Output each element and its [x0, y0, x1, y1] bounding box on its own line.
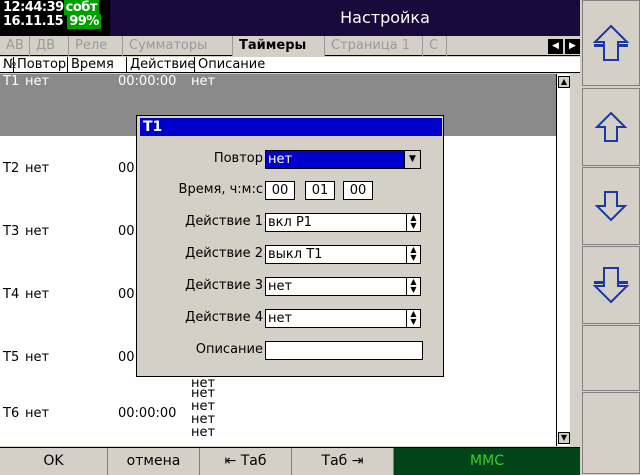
tab-summators[interactable]: Сумматоры [123, 36, 233, 56]
action4-label: Действие 4 [185, 310, 263, 325]
repeat-label: Повтор [213, 151, 263, 166]
action3-field[interactable]: нет ▲ ▼ [265, 277, 421, 296]
row-num: T3 [3, 224, 20, 239]
mmc-indicator: MMC [394, 448, 580, 475]
spinner-icon[interactable]: ▲ ▼ [406, 246, 420, 263]
chevron-down-icon[interactable]: ▼ [404, 151, 420, 168]
column-description: Описание [194, 57, 265, 73]
tab-scroll-right-icon[interactable]: ▶ [565, 39, 580, 54]
row-repeat: нет [25, 287, 50, 302]
tab-dv[interactable]: ДВ [30, 36, 69, 56]
status-line-2: 16.11.15 99% [3, 14, 101, 29]
row-num: T5 [3, 350, 20, 365]
tab-rele[interactable]: Реле [69, 36, 123, 56]
action1-field[interactable]: вкл Р1 ▲ ▼ [265, 213, 421, 232]
action3-value: нет [268, 279, 293, 294]
status-panel: 12:44:39 собт 16.11.15 99% [0, 0, 110, 36]
bottom-toolbar: OK отмена ⇤ Таб Таб ⇥ MMC [0, 447, 580, 475]
double-up-arrow-icon [592, 24, 630, 61]
row-repeat: нет [25, 350, 50, 365]
column-repeat: Повтор [13, 57, 66, 73]
action4-value: нет [268, 311, 293, 326]
action2-value: выкл T1 [268, 247, 323, 262]
row-num: T2 [3, 161, 20, 176]
tab-scroll: ◀ ▶ [548, 39, 580, 54]
tab-page-1[interactable]: Страница 1 [325, 36, 423, 56]
status-time: 12:44:39 [3, 0, 64, 15]
tab-more[interactable]: С [423, 36, 447, 56]
nav-blank-button-1[interactable] [582, 325, 640, 391]
action3-label: Действие 3 [185, 278, 263, 293]
time-minutes-field[interactable]: 01 [305, 181, 335, 200]
timer-edit-dialog: T1 Повтор нет ▼ Время, ч:м:с 00 01 00 Де… [136, 115, 444, 377]
line-down-button[interactable] [582, 167, 640, 245]
row-time: 00 [118, 350, 135, 365]
column-time: Время [67, 57, 114, 73]
dialog-title: T1 [140, 118, 442, 136]
scroll-up-icon[interactable]: ▲ [558, 76, 570, 88]
time-label: Время, ч:м:с [178, 182, 263, 197]
row-time: 00 [118, 224, 135, 239]
tab-timers[interactable]: Таймеры [233, 36, 325, 56]
row-num: T6 [3, 406, 20, 421]
status-date: 16.11.15 [3, 14, 64, 29]
tab-av[interactable]: АВ [0, 36, 30, 56]
row-time: 00 [118, 287, 135, 302]
repeat-value: нет [268, 152, 293, 167]
action1-value: вкл Р1 [268, 215, 313, 230]
cancel-button[interactable]: отмена [108, 448, 200, 475]
row-time: 00:00:00 [118, 406, 177, 421]
page-title: Настройка [340, 8, 430, 27]
row-time: 00 [118, 161, 135, 176]
tab-scroll-left-icon[interactable]: ◀ [548, 39, 563, 54]
action2-label: Действие 2 [185, 246, 263, 261]
time-hours-field[interactable]: 00 [265, 181, 295, 200]
line-up-button[interactable] [582, 88, 640, 166]
up-arrow-icon [594, 111, 628, 142]
action4-field[interactable]: нет ▲ ▼ [265, 309, 421, 328]
row-num: T1 [3, 74, 20, 89]
row-repeat: нет [25, 74, 50, 89]
repeat-select[interactable]: нет ▼ [265, 150, 421, 169]
table-scrollbar[interactable]: ▲ ▼ [556, 74, 570, 446]
page-down-button[interactable] [582, 246, 640, 324]
table-header: № Повтор Время Действие Описание [0, 57, 580, 73]
down-arrow-icon [594, 191, 628, 222]
page-up-button[interactable] [582, 0, 640, 86]
table-row[interactable]: нет T6 нет 00:00:00 нет нет нет [0, 387, 568, 449]
next-tab-button[interactable]: Таб ⇥ [292, 448, 394, 475]
action2-field[interactable]: выкл T1 ▲ ▼ [265, 245, 421, 264]
tab-bar: АВ ДВ Реле Сумматоры Таймеры Страница 1 … [0, 36, 580, 56]
action1-label: Действие 1 [185, 214, 263, 229]
row-num: T4 [3, 287, 20, 302]
nav-blank-button-2[interactable] [582, 392, 640, 474]
spinner-icon[interactable]: ▲ ▼ [406, 310, 420, 327]
prev-tab-button[interactable]: ⇤ Таб [200, 448, 292, 475]
status-line-1: 12:44:39 собт [3, 0, 99, 15]
status-battery: 99% [67, 14, 101, 29]
row-time: 00:00:00 [118, 74, 177, 89]
spinner-icon[interactable]: ▲ ▼ [406, 214, 420, 231]
row-repeat: нет [25, 161, 50, 176]
row-repeat: нет [25, 224, 50, 239]
column-action: Действие [126, 57, 195, 73]
scroll-down-icon[interactable]: ▼ [558, 432, 570, 444]
row-repeat: нет [25, 406, 50, 421]
description-field[interactable] [265, 341, 423, 360]
double-down-arrow-icon [592, 267, 630, 304]
spinner-icon[interactable]: ▲ ▼ [406, 278, 420, 295]
row-action: нет [191, 425, 216, 440]
page-title-bar: Настройка [110, 0, 580, 36]
row-action: нет [191, 74, 216, 89]
time-seconds-field[interactable]: 00 [343, 181, 373, 200]
description-label: Описание [195, 342, 263, 357]
status-event: собт [63, 0, 99, 15]
ok-button[interactable]: OK [0, 448, 108, 475]
